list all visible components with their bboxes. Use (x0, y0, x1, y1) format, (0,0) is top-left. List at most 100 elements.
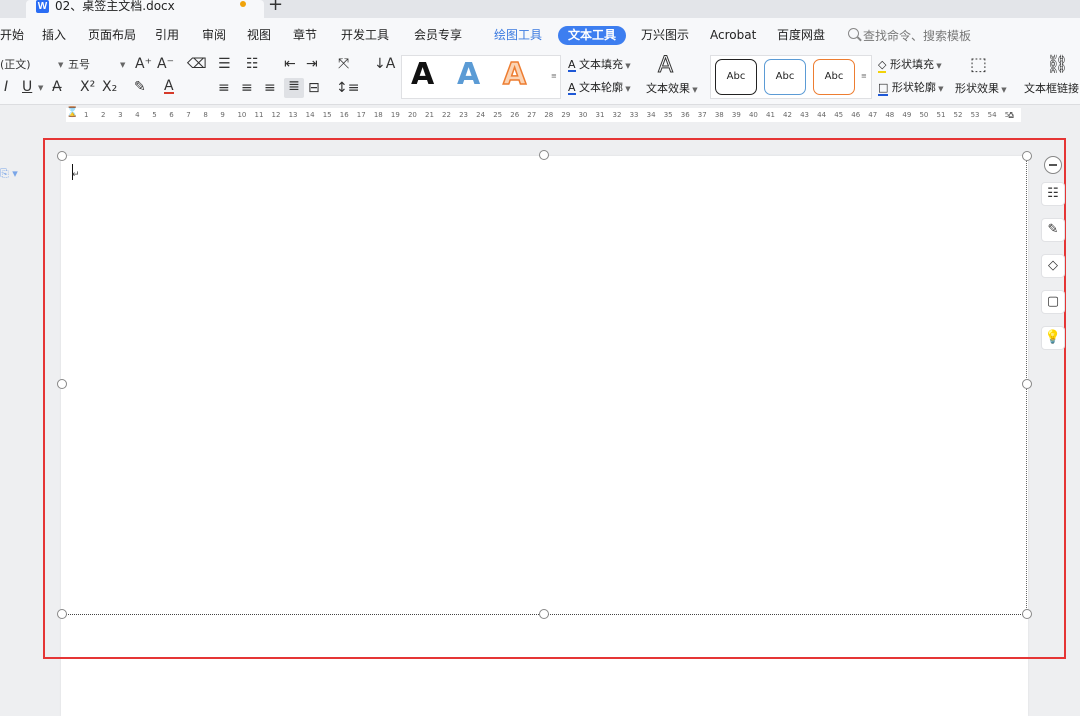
underline-icon[interactable]: U (22, 79, 32, 95)
distributed-align-icon[interactable]: ⊟ (308, 80, 320, 96)
command-search-input[interactable]: 查找命令、搜索模板 (863, 27, 971, 44)
ruler-tick-label: 29 (561, 111, 571, 119)
ruler-tick-label: 19 (390, 111, 400, 119)
menu-developer[interactable]: 开发工具 (341, 27, 389, 43)
superscript-icon[interactable]: X² (80, 79, 95, 95)
wordart-style-blue[interactable]: A (457, 58, 480, 92)
layout-options-icon[interactable]: ☷ (1041, 182, 1065, 206)
document-tab-title[interactable]: 02、桌签主文档.docx (55, 0, 175, 14)
navigation-pane-icon[interactable]: ⎘ ▾ (0, 167, 18, 181)
decrease-indent-icon[interactable]: ⇤ (284, 56, 296, 72)
new-tab-button[interactable]: + (268, 0, 283, 15)
shape-outline-icon: □ (878, 81, 889, 96)
font-size-value: 五号 (68, 58, 90, 71)
ruler-tick-label: 16 (339, 111, 349, 119)
right-indent-marker-icon[interactable]: ⌂ (1008, 110, 1014, 121)
ruler-tick-label: 36 (680, 111, 690, 119)
shape-effect-icon[interactable]: ⬚ (970, 56, 987, 74)
wordart-style-orange[interactable]: A (502, 57, 527, 93)
highlight-icon[interactable]: ✎ (134, 79, 146, 95)
menu-references[interactable]: 引用 (155, 27, 179, 43)
ruler-tick-label: 44 (817, 111, 827, 119)
lightbulb-icon[interactable]: 💡 (1041, 326, 1065, 350)
ruler-tick-label: 22 (442, 111, 451, 119)
shape-style-orange[interactable]: Abc (813, 59, 855, 95)
numbered-list-icon[interactable]: ☷ (246, 56, 259, 72)
shape-fill-button[interactable]: ◇ 形状填充 ▼ (878, 58, 942, 73)
shape-style-blue[interactable]: Abc (764, 59, 806, 95)
subscript-icon[interactable]: X₂ (102, 79, 117, 95)
shape-fill-label: 形状填充 (889, 58, 934, 71)
shape-outline-side-icon[interactable]: ▢ (1041, 290, 1065, 314)
increase-indent-icon[interactable]: ⇥ (306, 56, 318, 72)
ruler-tick-label: 35 (663, 111, 673, 119)
text-outline-button[interactable]: A 文本轮廓 ▼ (568, 81, 631, 96)
shape-outline-button[interactable]: □ 形状轮廓 ▼ (878, 81, 944, 96)
italic-icon[interactable]: I (4, 79, 8, 95)
ruler-tick-label: 42 (783, 111, 792, 119)
ruler-tick-label: 32 (612, 111, 622, 119)
textbox-link-button[interactable]: 文本框链接 (1024, 82, 1080, 96)
text-effect-label: 文本效果 (646, 82, 690, 95)
text-effect-button[interactable]: 文本效果 ▼ (646, 82, 698, 97)
ruler-tick-label: 8 (203, 111, 208, 119)
text-effect-icon[interactable]: A (657, 53, 673, 79)
clear-format-icon[interactable]: ⌫ (187, 56, 207, 72)
text-fill-icon: A (568, 58, 576, 72)
text-direction-icon[interactable]: ⤧ (338, 56, 349, 72)
ruler-tick-label: 51 (936, 111, 946, 119)
bullet-list-icon[interactable]: ☰ (218, 56, 231, 72)
menu-home[interactable]: 开始 (0, 27, 24, 43)
shape-style-black[interactable]: Abc (715, 59, 757, 95)
shrink-font-icon[interactable]: A⁻ (157, 56, 174, 72)
menu-chapter[interactable]: 章节 (293, 27, 317, 43)
ruler-tick-label: 17 (356, 111, 366, 119)
text-outline-label: 文本轮廓 (579, 81, 624, 94)
grow-font-icon[interactable]: A⁺ (135, 56, 152, 72)
justify-icon[interactable]: ≣ (284, 78, 304, 98)
strikethrough-icon[interactable]: A̶ (52, 79, 62, 95)
wps-writer-icon: W (36, 0, 49, 13)
align-center-icon[interactable]: ≡ (241, 80, 253, 96)
menu-member[interactable]: 会员专享 (414, 27, 462, 43)
menu-insert[interactable]: 插入 (42, 27, 66, 43)
menu-acrobat[interactable]: Acrobat (710, 27, 756, 43)
ruler-tick-label: 18 (373, 111, 383, 119)
textbox-link-icon[interactable]: ⛓ (1046, 56, 1069, 74)
menu-text-tools[interactable]: 文本工具 (558, 26, 626, 45)
horizontal-ruler[interactable]: 1 2 3 4 5 6 7 8 9 10 11 12 13 14 15 16 17 18 19 20 21 22 23 24 2… (66, 108, 1021, 122)
gallery-more-icon[interactable]: ≡ (861, 72, 867, 80)
ruler-tick-label: 45 (834, 111, 844, 119)
line-spacing-icon[interactable]: ↕≡ (336, 80, 359, 96)
ruler-tick-label: 46 (851, 111, 861, 119)
menu-page-layout[interactable]: 页面布局 (88, 27, 136, 43)
edit-shape-icon[interactable]: ✎ (1041, 218, 1065, 242)
font-name-select[interactable]: (正文) ▼ (0, 57, 63, 74)
gallery-more-icon[interactable]: ≡ (551, 72, 557, 80)
ruler-tick-label: 53 (970, 111, 980, 119)
font-color-icon[interactable]: A (164, 78, 174, 94)
menu-wanxing[interactable]: 万兴图示 (641, 27, 689, 43)
font-size-select[interactable]: 五号 ▼ (68, 57, 130, 74)
wordart-style-black[interactable]: A (411, 58, 434, 92)
menu-review[interactable]: 审阅 (202, 27, 226, 43)
menu-drawing-tools[interactable]: 绘图工具 (494, 27, 542, 43)
ruler-tick-label: 3 (118, 111, 123, 119)
ruler-tick-label: 12 (271, 111, 281, 119)
ruler-tick-label: 40 (748, 111, 758, 119)
menu-baidu-netdisk[interactable]: 百度网盘 (777, 27, 825, 43)
ruler-tick-label: 34 (646, 111, 656, 119)
shape-effect-button[interactable]: 形状效果 ▼ (955, 82, 1007, 97)
sort-icon[interactable]: ↓A (374, 56, 395, 72)
menu-view[interactable]: 视图 (247, 27, 271, 43)
align-left-icon[interactable]: ≡ (218, 80, 230, 96)
text-fill-button[interactable]: A 文本填充 ▼ (568, 58, 631, 73)
align-right-icon[interactable]: ≡ (264, 80, 276, 96)
ruler-tick-label: 50 (919, 111, 929, 119)
shape-fill-side-icon[interactable]: ◇ (1041, 254, 1065, 278)
highlight-annotation-box (43, 138, 1066, 659)
text-fill-label: 文本填充 (579, 58, 624, 71)
chevron-down-icon[interactable]: ▼ (38, 84, 43, 92)
ruler-tick-label: 33 (629, 111, 639, 119)
collapse-sidebar-button[interactable] (1044, 156, 1062, 174)
